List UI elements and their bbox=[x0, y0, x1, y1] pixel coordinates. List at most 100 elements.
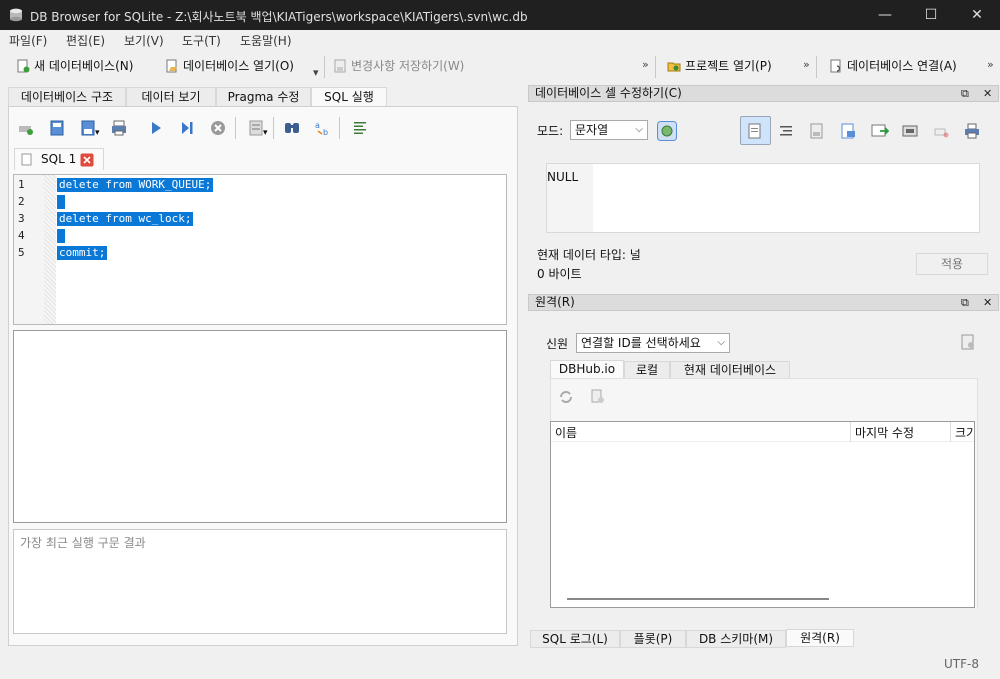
code-line: commit; bbox=[57, 246, 108, 260]
cell-editor-textarea[interactable]: NULL bbox=[546, 163, 980, 233]
sql-editor-tab[interactable]: SQL 1 bbox=[14, 148, 104, 170]
float-panel-icon[interactable]: ⧉ bbox=[961, 295, 969, 310]
open-database-button[interactable]: 데이터베이스 열기(O) bbox=[163, 55, 294, 77]
window-title: DB Browser for SQLite - Z:\회사노트북 백업\KIAT… bbox=[30, 10, 528, 24]
find-replace-icon[interactable]: ab bbox=[314, 119, 332, 137]
line-number: 2 bbox=[18, 195, 25, 208]
save-results-dropdown-icon[interactable]: ▾ bbox=[263, 128, 268, 138]
identity-select-value: 연결할 ID를 선택하세요 bbox=[581, 336, 701, 350]
close-tab-icon[interactable] bbox=[80, 153, 94, 167]
attach-database-button[interactable]: 데이터베이스 연결(A) bbox=[827, 55, 957, 77]
new-database-button[interactable]: 새 데이터베이스(N) bbox=[14, 55, 133, 77]
tab-dbhub[interactable]: DBHub.io bbox=[550, 360, 624, 378]
auto-format-icon[interactable] bbox=[778, 123, 794, 139]
sql-document-icon bbox=[21, 153, 32, 166]
tab-db-schema[interactable]: DB 스키마(M) bbox=[686, 630, 786, 648]
fold-margin bbox=[44, 175, 56, 324]
close-panel-icon[interactable]: ✕ bbox=[983, 86, 992, 101]
tab-edit-pragmas[interactable]: Pragma 수정 bbox=[216, 87, 311, 107]
write-changes-label: 변경사항 저장하기(W) bbox=[351, 59, 465, 73]
clone-database-icon[interactable] bbox=[590, 389, 606, 405]
set-as-null-icon[interactable] bbox=[871, 123, 889, 139]
toolbar-overflow-1[interactable]: » bbox=[642, 58, 649, 71]
column-divider bbox=[950, 422, 951, 442]
auto-switch-mode-icon[interactable] bbox=[657, 121, 677, 141]
open-project-button[interactable]: 프로젝트 열기(P) bbox=[665, 55, 772, 77]
refresh-icon[interactable] bbox=[558, 389, 574, 405]
identity-select[interactable]: 연결할 ID를 선택하세요 ⌵ bbox=[576, 333, 730, 353]
code-line: delete from WORK_QUEUE; bbox=[57, 178, 214, 192]
import-file-icon[interactable] bbox=[809, 123, 825, 139]
maximize-button[interactable]: ☐ bbox=[908, 0, 954, 30]
menu-tools[interactable]: 도구(T) bbox=[182, 32, 221, 49]
close-window-button[interactable]: ✕ bbox=[954, 0, 1000, 30]
query-results-grid[interactable] bbox=[13, 330, 507, 523]
toolbar-separator bbox=[655, 56, 656, 78]
write-changes-button[interactable]: 변경사항 저장하기(W) bbox=[331, 55, 464, 77]
text-document-icon bbox=[748, 123, 761, 139]
save-dropdown-icon[interactable]: ▾ bbox=[95, 128, 100, 138]
apply-button[interactable]: 적용 bbox=[916, 253, 988, 275]
image-view-icon[interactable] bbox=[902, 123, 918, 139]
toolbar-separator bbox=[273, 117, 274, 139]
menu-view[interactable]: 보기(V) bbox=[124, 32, 164, 49]
tab-remote[interactable]: 원격(R) bbox=[786, 629, 854, 647]
remote-panel: 원격(R) ⧉ ✕ 신원 연결할 ID를 선택하세요 ⌵ DBHub.io 로컬… bbox=[528, 294, 999, 648]
tab-database-structure[interactable]: 데이터베이스 구조 bbox=[8, 87, 126, 107]
execution-message-box[interactable]: 가장 최근 실행 구문 결과 bbox=[13, 529, 507, 634]
open-tab-icon[interactable] bbox=[17, 119, 35, 137]
open-database-dropdown-icon[interactable]: ▾ bbox=[313, 66, 319, 79]
minimize-button[interactable]: — bbox=[862, 0, 908, 30]
identity-settings-icon[interactable] bbox=[960, 334, 976, 350]
menu-help[interactable]: 도움말(H) bbox=[240, 32, 292, 49]
edit-cell-panel-title: 데이터베이스 셀 수정하기(C) ⧉ ✕ bbox=[528, 85, 999, 102]
horizontal-scrollbar[interactable] bbox=[567, 598, 829, 600]
toolbar-separator bbox=[816, 56, 817, 78]
tab-local[interactable]: 로컬 bbox=[624, 361, 670, 379]
tab-current-database[interactable]: 현재 데이터베이스 bbox=[670, 361, 790, 379]
column-divider bbox=[850, 422, 851, 442]
column-header-size[interactable]: 크기 bbox=[955, 424, 974, 441]
chevron-down-icon: ⌵ bbox=[635, 124, 643, 135]
menu-file[interactable]: 파일(F) bbox=[9, 32, 47, 49]
new-database-icon bbox=[17, 59, 30, 73]
data-type-label: 현재 데이터 타입: 널 bbox=[537, 248, 641, 262]
chevron-down-icon: ⌵ bbox=[717, 337, 725, 348]
print-icon[interactable] bbox=[110, 119, 128, 137]
column-header-modified[interactable]: 마지막 수정 bbox=[855, 424, 914, 441]
column-header-name[interactable]: 이름 bbox=[555, 424, 577, 441]
open-database-icon bbox=[166, 59, 177, 73]
line-number: 1 bbox=[18, 178, 25, 191]
mode-label: 모드: bbox=[537, 124, 564, 138]
title-bar: DB Browser for SQLite - Z:\회사노트북 백업\KIAT… bbox=[0, 0, 1000, 30]
mode-select-value: 문자열 bbox=[575, 123, 609, 137]
close-panel-icon[interactable]: ✕ bbox=[983, 295, 992, 310]
code-line: delete from wc_lock; bbox=[57, 212, 194, 226]
print-cell-icon[interactable] bbox=[964, 123, 980, 139]
stop-execution-icon[interactable] bbox=[209, 119, 227, 137]
database-app-icon bbox=[10, 8, 22, 22]
hex-view-icon[interactable] bbox=[933, 123, 949, 139]
sql-editor[interactable]: 1 2 3 4 5 delete from WORK_QUEUE; delete… bbox=[13, 174, 507, 325]
execute-all-icon[interactable] bbox=[147, 119, 165, 137]
float-panel-icon[interactable]: ⧉ bbox=[961, 86, 969, 101]
null-text: NULL bbox=[547, 170, 579, 184]
menu-edit[interactable]: 편집(E) bbox=[66, 32, 105, 49]
toolbar-overflow-3[interactable]: » bbox=[987, 58, 994, 71]
find-text-icon[interactable] bbox=[283, 119, 301, 137]
tab-sql-log[interactable]: SQL 로그(L) bbox=[530, 630, 620, 648]
open-project-label: 프로젝트 열기(P) bbox=[685, 59, 772, 73]
execute-current-line-icon[interactable] bbox=[178, 119, 196, 137]
encoding-indicator: UTF-8 bbox=[944, 657, 979, 671]
menu-bar: 파일(F) 편집(E) 보기(V) 도구(T) 도움말(H) bbox=[0, 30, 1000, 50]
comment-lines-icon[interactable] bbox=[351, 119, 369, 137]
open-sql-file-icon[interactable] bbox=[48, 119, 66, 137]
remote-database-list[interactable]: 이름 마지막 수정 크기 bbox=[550, 421, 975, 608]
mode-select[interactable]: 문자열 ⌵ bbox=[570, 120, 648, 140]
toolbar-overflow-2[interactable]: » bbox=[803, 58, 810, 71]
tab-browse-data[interactable]: 데이터 보기 bbox=[126, 87, 216, 107]
tab-execute-sql[interactable]: SQL 실행 bbox=[311, 87, 387, 107]
svg-text:a: a bbox=[315, 121, 320, 130]
tab-plot[interactable]: 플롯(P) bbox=[620, 630, 686, 648]
export-file-icon[interactable] bbox=[840, 123, 856, 139]
